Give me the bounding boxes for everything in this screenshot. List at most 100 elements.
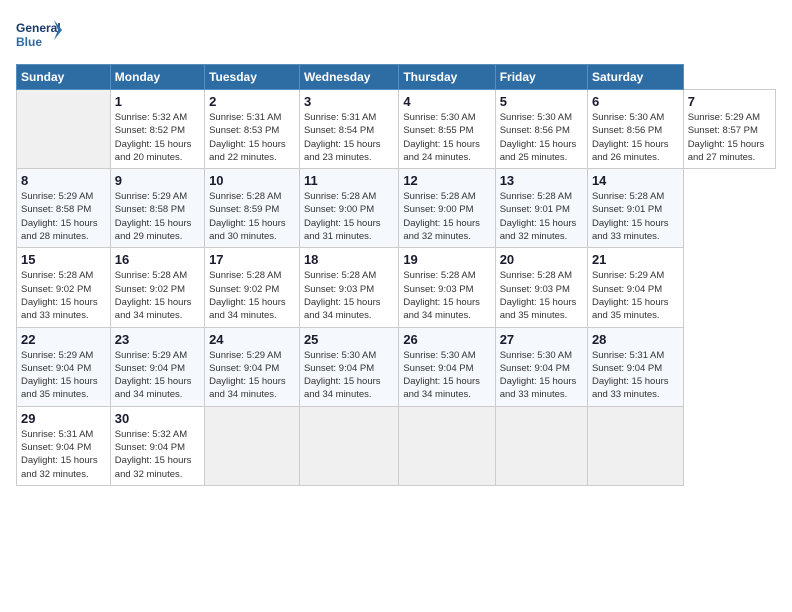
day-number: 18 <box>304 252 394 267</box>
day-number: 21 <box>592 252 679 267</box>
day-info: Sunrise: 5:30 AMSunset: 8:56 PMDaylight:… <box>500 111 583 164</box>
col-header-tuesday: Tuesday <box>205 65 300 90</box>
day-info: Sunrise: 5:28 AMSunset: 9:01 PMDaylight:… <box>500 190 583 243</box>
day-number: 28 <box>592 332 679 347</box>
day-cell: 11Sunrise: 5:28 AMSunset: 9:00 PMDayligh… <box>299 169 398 248</box>
day-cell: 17 Sunrise: 5:28 AMSunset: 9:02 PMDayligh… <box>205 248 300 327</box>
day-number: 12 <box>403 173 490 188</box>
day-number: 15 <box>21 252 106 267</box>
day-cell: 8 Sunrise: 5:29 AMSunset: 8:58 PMDaylight… <box>17 169 111 248</box>
day-number: 8 <box>21 173 106 188</box>
day-info: Sunrise: 5:28 AMSunset: 9:03 PMDaylight:… <box>304 269 394 322</box>
day-number: 2 <box>209 94 295 109</box>
day-cell: 22Sunrise: 5:29 AMSunset: 9:04 PMDayligh… <box>17 327 111 406</box>
day-cell: 29 Sunrise: 5:31 AMSunset: 9:04 PMDayligh… <box>17 406 111 485</box>
day-info: Sunrise: 5:31 AMSunset: 9:04 PMDaylight:… <box>21 428 106 481</box>
day-info: Sunrise: 5:29 AMSunset: 9:04 PMDaylight:… <box>592 269 679 322</box>
day-cell: 27 Sunrise: 5:30 AMSunset: 9:04 PMDayligh… <box>495 327 587 406</box>
day-number: 23 <box>115 332 200 347</box>
day-cell: 19 Sunrise: 5:28 AMSunset: 9:03 PMDayligh… <box>399 248 495 327</box>
day-number: 25 <box>304 332 394 347</box>
col-header-friday: Friday <box>495 65 587 90</box>
day-number: 6 <box>592 94 679 109</box>
day-cell: 21 Sunrise: 5:29 AMSunset: 9:04 PMDayligh… <box>587 248 683 327</box>
day-info: Sunrise: 5:29 AMSunset: 9:04 PMDaylight:… <box>21 349 106 402</box>
day-cell <box>205 406 300 485</box>
day-info: Sunrise: 5:30 AMSunset: 8:56 PMDaylight:… <box>592 111 679 164</box>
day-cell: 4 Sunrise: 5:30 AMSunset: 8:55 PMDaylight… <box>399 90 495 169</box>
day-cell: 2 Sunrise: 5:31 AMSunset: 8:53 PMDaylight… <box>205 90 300 169</box>
day-info: Sunrise: 5:29 AMSunset: 8:58 PMDaylight:… <box>21 190 106 243</box>
day-cell <box>495 406 587 485</box>
day-number: 5 <box>500 94 583 109</box>
day-info: Sunrise: 5:29 AMSunset: 9:04 PMDaylight:… <box>115 349 200 402</box>
day-info: Sunrise: 5:30 AMSunset: 9:04 PMDaylight:… <box>403 349 490 402</box>
day-info: Sunrise: 5:29 AMSunset: 8:57 PMDaylight:… <box>688 111 771 164</box>
col-header-wednesday: Wednesday <box>299 65 398 90</box>
day-info: Sunrise: 5:29 AMSunset: 9:04 PMDaylight:… <box>209 349 295 402</box>
calendar-table: SundayMondayTuesdayWednesdayThursdayFrid… <box>16 64 776 486</box>
day-number: 24 <box>209 332 295 347</box>
day-number: 16 <box>115 252 200 267</box>
day-cell: 5 Sunrise: 5:30 AMSunset: 8:56 PMDaylight… <box>495 90 587 169</box>
day-info: Sunrise: 5:28 AMSunset: 9:00 PMDaylight:… <box>403 190 490 243</box>
day-number: 19 <box>403 252 490 267</box>
page-header: General Blue <box>16 16 776 56</box>
day-cell <box>399 406 495 485</box>
day-info: Sunrise: 5:28 AMSunset: 9:00 PMDaylight:… <box>304 190 394 243</box>
day-number: 26 <box>403 332 490 347</box>
day-info: Sunrise: 5:32 AMSunset: 8:52 PMDaylight:… <box>115 111 200 164</box>
day-number: 29 <box>21 411 106 426</box>
day-info: Sunrise: 5:29 AMSunset: 8:58 PMDaylight:… <box>115 190 200 243</box>
day-cell: 14Sunrise: 5:28 AMSunset: 9:01 PMDayligh… <box>587 169 683 248</box>
day-cell <box>299 406 398 485</box>
col-header-thursday: Thursday <box>399 65 495 90</box>
day-cell: 18 Sunrise: 5:28 AMSunset: 9:03 PMDayligh… <box>299 248 398 327</box>
day-cell: 24 Sunrise: 5:29 AMSunset: 9:04 PMDayligh… <box>205 327 300 406</box>
day-cell: 28 Sunrise: 5:31 AMSunset: 9:04 PMDayligh… <box>587 327 683 406</box>
day-cell: 20 Sunrise: 5:28 AMSunset: 9:03 PMDayligh… <box>495 248 587 327</box>
day-cell <box>17 90 111 169</box>
day-cell: 6 Sunrise: 5:30 AMSunset: 8:56 PMDaylight… <box>587 90 683 169</box>
day-cell: 1 Sunrise: 5:32 AMSunset: 8:52 PMDaylight… <box>110 90 204 169</box>
day-info: Sunrise: 5:31 AMSunset: 8:54 PMDaylight:… <box>304 111 394 164</box>
col-header-saturday: Saturday <box>587 65 683 90</box>
day-cell: 26 Sunrise: 5:30 AMSunset: 9:04 PMDayligh… <box>399 327 495 406</box>
day-info: Sunrise: 5:31 AMSunset: 9:04 PMDaylight:… <box>592 349 679 402</box>
day-number: 27 <box>500 332 583 347</box>
day-info: Sunrise: 5:28 AMSunset: 9:03 PMDaylight:… <box>403 269 490 322</box>
day-cell <box>587 406 683 485</box>
day-number: 14 <box>592 173 679 188</box>
calendar-header-row: SundayMondayTuesdayWednesdayThursdayFrid… <box>17 65 776 90</box>
week-row-2: 8 Sunrise: 5:29 AMSunset: 8:58 PMDaylight… <box>17 169 776 248</box>
day-info: Sunrise: 5:28 AMSunset: 9:03 PMDaylight:… <box>500 269 583 322</box>
day-cell: 25Sunrise: 5:30 AMSunset: 9:04 PMDayligh… <box>299 327 398 406</box>
day-cell: 7Sunrise: 5:29 AMSunset: 8:57 PMDaylight… <box>683 90 775 169</box>
day-cell: 16 Sunrise: 5:28 AMSunset: 9:02 PMDayligh… <box>110 248 204 327</box>
week-row-4: 22Sunrise: 5:29 AMSunset: 9:04 PMDayligh… <box>17 327 776 406</box>
day-cell: 3 Sunrise: 5:31 AMSunset: 8:54 PMDaylight… <box>299 90 398 169</box>
day-info: Sunrise: 5:30 AMSunset: 9:04 PMDaylight:… <box>500 349 583 402</box>
day-cell: 10Sunrise: 5:28 AMSunset: 8:59 PMDayligh… <box>205 169 300 248</box>
logo: General Blue <box>16 16 64 56</box>
day-number: 20 <box>500 252 583 267</box>
logo-svg: General Blue <box>16 16 64 56</box>
day-number: 1 <box>115 94 200 109</box>
day-number: 30 <box>115 411 200 426</box>
day-cell: 9 Sunrise: 5:29 AMSunset: 8:58 PMDaylight… <box>110 169 204 248</box>
day-info: Sunrise: 5:28 AMSunset: 9:02 PMDaylight:… <box>21 269 106 322</box>
week-row-5: 29 Sunrise: 5:31 AMSunset: 9:04 PMDayligh… <box>17 406 776 485</box>
day-info: Sunrise: 5:32 AMSunset: 9:04 PMDaylight:… <box>115 428 200 481</box>
day-info: Sunrise: 5:28 AMSunset: 9:02 PMDaylight:… <box>209 269 295 322</box>
week-row-3: 15 Sunrise: 5:28 AMSunset: 9:02 PMDayligh… <box>17 248 776 327</box>
day-cell: 13Sunrise: 5:28 AMSunset: 9:01 PMDayligh… <box>495 169 587 248</box>
day-number: 9 <box>115 173 200 188</box>
day-info: Sunrise: 5:28 AMSunset: 9:02 PMDaylight:… <box>115 269 200 322</box>
col-header-sunday: Sunday <box>17 65 111 90</box>
day-info: Sunrise: 5:31 AMSunset: 8:53 PMDaylight:… <box>209 111 295 164</box>
day-cell: 12 Sunrise: 5:28 AMSunset: 9:00 PMDayligh… <box>399 169 495 248</box>
day-number: 17 <box>209 252 295 267</box>
day-number: 4 <box>403 94 490 109</box>
day-info: Sunrise: 5:30 AMSunset: 8:55 PMDaylight:… <box>403 111 490 164</box>
day-number: 3 <box>304 94 394 109</box>
